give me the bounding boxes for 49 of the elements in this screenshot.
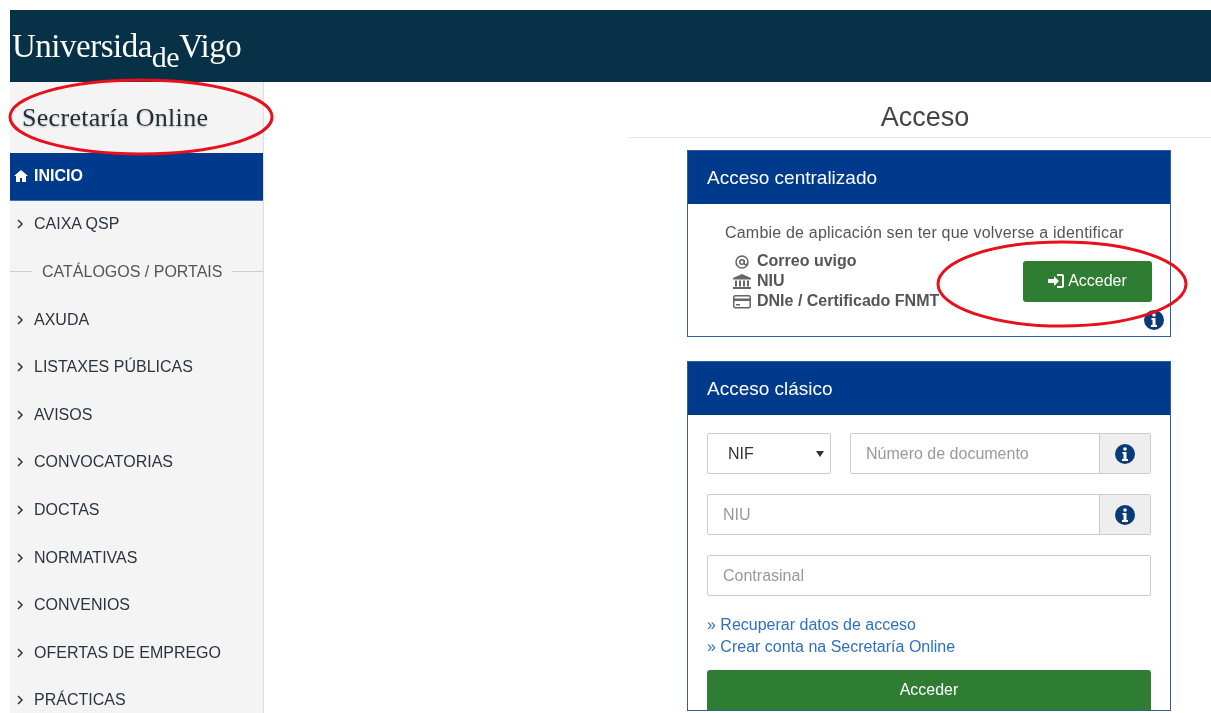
chevron-icon (16, 600, 24, 611)
niu-field[interactable]: NIU (708, 495, 1099, 534)
nav-item[interactable]: PRÁCTICAS (10, 676, 263, 713)
chevron-icon (16, 552, 24, 563)
login-method: NIU (757, 272, 785, 290)
link[interactable]: » Recuperar datos de acceso (707, 616, 916, 634)
description-text: Cambie de aplicación sen ter que volverse a identificar (725, 224, 1125, 242)
chevron-icon (16, 504, 24, 515)
document-number-input-group[interactable]: Número de documento (850, 433, 1151, 474)
link[interactable]: » Crear conta na Secretaría Online (707, 638, 956, 656)
caret-icon (816, 450, 824, 457)
chevron-icon (16, 409, 24, 420)
info-icon[interactable] (1115, 504, 1135, 525)
chevron-icon (16, 457, 24, 468)
login-method: Correo uvigo (757, 252, 857, 270)
nav-item[interactable]: CONVOCATORIAS (10, 438, 263, 487)
sidebar-title: Secretaría Online (22, 102, 209, 133)
nav-item[interactable]: CONVENIOS (10, 581, 263, 629)
nav-item[interactable]: AXUDA (10, 295, 263, 344)
info-icon[interactable] (1144, 310, 1164, 330)
nav-item[interactable]: DOCTAS (10, 486, 263, 534)
chevron-icon (16, 647, 24, 658)
card-title: Acceso centralizado (707, 166, 878, 189)
home-icon (14, 170, 28, 183)
niu-input-group[interactable]: NIU (707, 494, 1151, 535)
chevron-icon (16, 314, 24, 325)
password-field[interactable]: Contrasinal (707, 555, 1151, 596)
bank-icon (733, 273, 751, 289)
nav-item[interactable]: INICIO (10, 153, 263, 201)
login-method: DNIe / Certificado FNMT (757, 292, 940, 310)
card-title: Acceso clásico (707, 377, 833, 400)
chevron-icon (16, 695, 24, 706)
document-number-field[interactable]: Número de documento (851, 434, 1099, 473)
nav-item[interactable]: OFERTAS DE EMPREGO (10, 628, 263, 677)
nav-item[interactable]: AVISOS (10, 390, 263, 439)
sign-in-icon (1048, 274, 1065, 288)
nav-item[interactable]: NORMATIVAS (10, 533, 263, 582)
nav-item[interactable]: CAIXA QSP (10, 200, 263, 249)
at-sign-icon (733, 253, 751, 269)
section-heading: CATÁLOGOS / PORTAIS (42, 263, 223, 281)
chevron-icon (16, 219, 24, 230)
info-icon[interactable] (1115, 443, 1135, 464)
login-button[interactable]: Acceder (707, 670, 1151, 710)
login-button[interactable]: Acceder (1023, 260, 1152, 302)
page-title: Acceso (629, 102, 1211, 138)
document-type-select[interactable]: NIF (707, 433, 831, 474)
credit-card-icon (733, 293, 751, 309)
nav-item[interactable]: LISTAXES PÚBLICAS (10, 343, 263, 391)
chevron-icon (16, 362, 24, 373)
